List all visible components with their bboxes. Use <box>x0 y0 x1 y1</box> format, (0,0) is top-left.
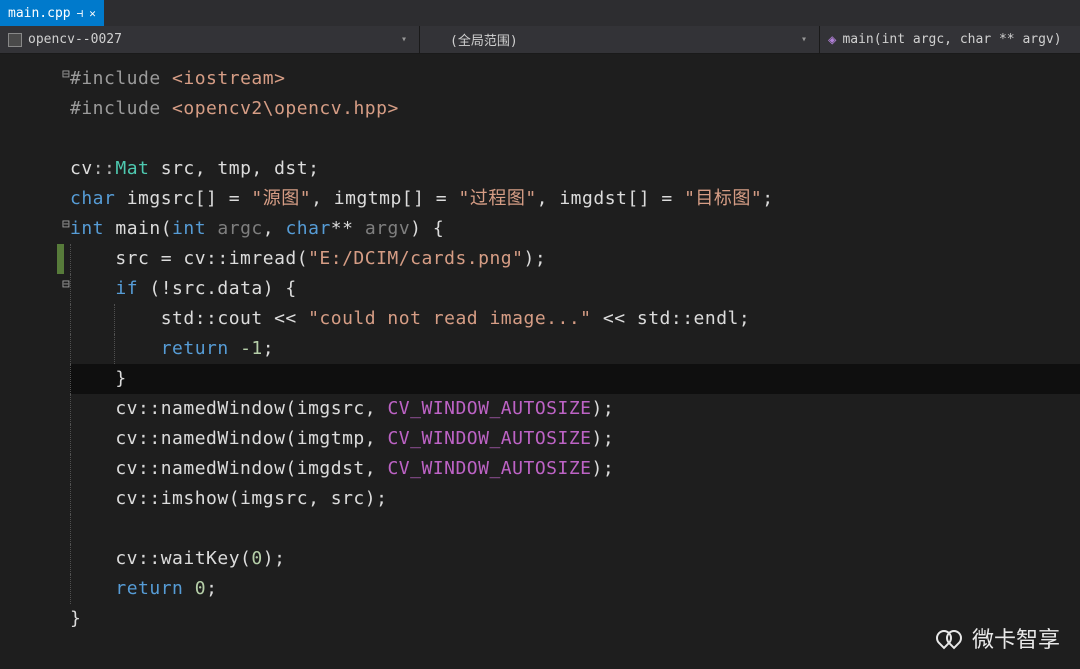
project-name: opencv--0027 <box>28 32 122 47</box>
chevron-down-icon: ▾ <box>801 34 811 45</box>
pin-icon[interactable]: ⊣ <box>77 7 84 20</box>
chevron-down-icon: ▾ <box>401 34 411 45</box>
close-icon[interactable]: ✕ <box>89 7 96 20</box>
project-icon <box>8 33 22 47</box>
watermark-text: 微卡智享 <box>972 622 1060 654</box>
scope-label: (全局范围) <box>450 30 518 49</box>
tab-filename: main.cpp <box>8 6 71 21</box>
watermark: 微卡智享 <box>936 622 1060 654</box>
code-editor[interactable]: #include <iostream> #include <opencv2\op… <box>0 54 1080 669</box>
function-signature: main(int argc, char ** argv) <box>842 32 1061 47</box>
function-dropdown[interactable]: ◈ main(int argc, char ** argv) <box>820 26 1080 53</box>
file-tab-main-cpp[interactable]: main.cpp ⊣ ✕ <box>0 0 104 26</box>
change-indicator <box>57 244 64 274</box>
fold-icon[interactable] <box>62 277 70 292</box>
fold-icon[interactable] <box>62 67 70 82</box>
code-area[interactable]: #include <iostream> #include <opencv2\op… <box>70 54 1080 669</box>
editor-margin[interactable] <box>0 54 70 669</box>
tab-bar: main.cpp ⊣ ✕ <box>0 0 1080 26</box>
navigation-bar: opencv--0027 ▾ (全局范围) ▾ ◈ main(int argc,… <box>0 26 1080 54</box>
method-icon: ◈ <box>828 32 836 48</box>
wechat-icon <box>936 627 962 649</box>
scope-dropdown[interactable]: (全局范围) ▾ <box>420 26 820 53</box>
project-dropdown[interactable]: opencv--0027 ▾ <box>0 26 420 53</box>
fold-icon[interactable] <box>62 217 70 232</box>
